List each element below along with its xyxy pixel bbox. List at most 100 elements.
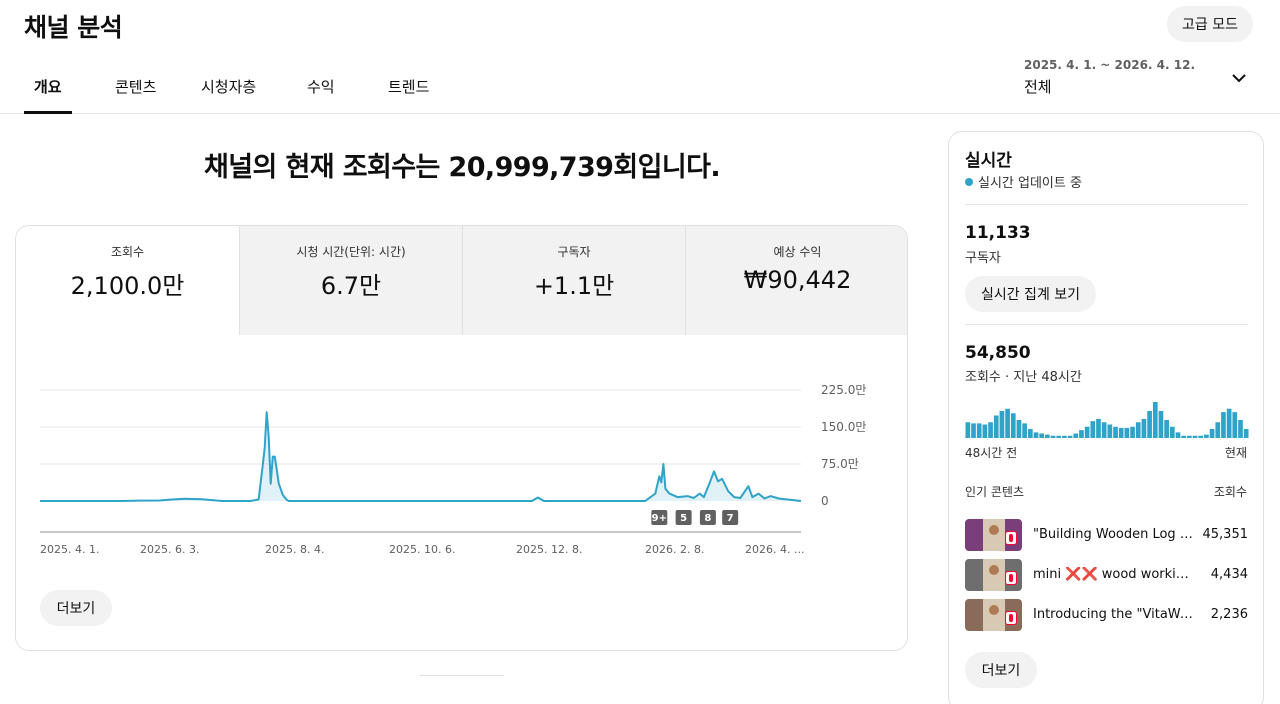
event-marker-label: 9+ [652,513,667,524]
hourly-bar [993,415,999,438]
date-range-dates: 2025. 4. 1. ~ 2026. 4. 12. [1024,58,1196,72]
list-item[interactable]: mini ❌❌ wood working... 4,434 [965,559,1248,591]
hourly-bar [1096,418,1101,438]
video-views: 2,236 [1210,607,1248,622]
hourly-bar [1215,422,1221,438]
tab-overview[interactable]: 개요 [34,76,62,97]
metric-revenue[interactable]: 예상 수익 ₩90,442 [685,226,907,335]
hourly-bar [1016,420,1022,438]
metric-tabs: 조회수 2,100.0만 시청 시간(단위: 시간) 6.7만 구독자 +1.1… [16,226,907,335]
hourly-bar [1039,433,1045,438]
more-button[interactable]: 더보기 [40,590,112,626]
tab-revenue[interactable]: 수익 [307,76,335,97]
hourly-bar [976,423,982,438]
shorts-icon [1005,611,1017,625]
event-marker-label: 7 [727,513,734,524]
hourly-bar [1204,434,1209,438]
page-title: 채널 분석 [24,13,123,42]
hourly-bar [1198,435,1204,438]
headline: 채널의 현재 조회수는 20,999,739회입니다. [204,152,721,183]
tab-audience[interactable]: 시청자층 [201,76,256,97]
divider [965,204,1248,205]
divider [965,324,1248,325]
hourly-bar [1141,418,1147,438]
metric-watch-time[interactable]: 시청 시간(단위: 시간) 6.7만 [239,226,462,335]
y-tick-label: 75.0만 [821,457,859,471]
hourly-bar [1050,435,1056,438]
realtime-status-text: 실시간 업데이트 중 [978,176,1082,191]
realtime-report-button[interactable]: 실시간 집계 보기 [965,276,1096,312]
x-tick-label: 2026. 2. 8. [645,543,704,556]
y-tick-label: 225.0만 [821,383,866,397]
date-range-selector[interactable]: 2025. 4. 1. ~ 2026. 4. 12. 전체 [1024,58,1195,97]
hourly-bar [1181,435,1187,438]
metric-label: 시청 시간(단위: 시간) [296,245,406,259]
hourly-bar [988,422,993,438]
divider [420,675,504,676]
tab-trends[interactable]: 트렌드 [388,76,429,97]
hourly-bar [1090,421,1096,438]
hourly-bar [1130,426,1135,438]
views-chart: 225.0만 150.0만 75.0만 0 9+ 5 8 7 2025. 4. 1. 2025. … [40,383,866,556]
hourly-bar [1187,435,1192,438]
hourly-bar [1124,427,1130,438]
video-thumbnail [965,599,1022,631]
realtime-subscribers-label: 구독자 [965,251,1001,266]
metric-value: ₩90,442 [743,266,852,294]
video-thumbnail [965,519,1022,551]
hourly-bar [1152,402,1158,438]
tab-active-indicator [24,111,72,114]
advanced-mode-button[interactable]: 고급 모드 [1167,6,1253,42]
hourly-bar [1033,432,1039,438]
mini-axis-right: 현재 [1224,446,1247,460]
date-range-value: 전체 [1024,78,1052,96]
realtime-views-chart [965,402,1249,438]
hourly-bar [1175,432,1181,438]
hourly-bar [1045,434,1050,438]
metric-value: 6.7만 [320,272,382,300]
shorts-icon [1005,571,1017,585]
event-marker-label: 8 [704,513,711,524]
hourly-bar [1169,426,1175,438]
hourly-bar [965,422,971,438]
series-line [40,411,802,502]
top-content-views-header: 조회수 [1213,485,1247,499]
realtime-status: 실시간 업데이트 중 [965,172,1082,191]
metric-views[interactable]: 조회수 2,100.0만 [16,226,239,335]
video-title: mini ❌❌ wood working... [1033,567,1195,582]
metric-label: 조회수 [110,245,145,259]
realtime-views: 54,850 [965,343,1031,363]
chevron-down-icon[interactable] [1229,68,1249,88]
top-content-more-button[interactable]: 더보기 [965,652,1037,688]
hourly-bar [1164,420,1169,438]
event-marker-label: 5 [680,513,687,524]
y-tick-label: 0 [821,494,829,508]
realtime-title: 실시간 [965,151,1012,171]
realtime-views-label: 조회수 · 지난 48시간 [965,370,1082,385]
x-tick-label: 2025. 12. 8. [516,543,582,556]
hourly-bar [1027,429,1033,438]
hourly-bar [1221,412,1226,438]
metric-value: +1.1만 [533,272,615,300]
video-thumbnail [965,559,1022,591]
metric-label: 예상 수익 [773,245,822,259]
hourly-bar [999,411,1005,438]
hourly-bar [1107,424,1113,438]
hourly-bar [1192,435,1198,438]
list-item[interactable]: "Building Wooden Log C... 45,351 [965,519,1248,551]
hourly-bar [1022,423,1027,438]
metric-subscribers[interactable]: 구독자 +1.1만 [462,226,685,335]
hourly-bar [1084,426,1090,438]
tab-content[interactable]: 콘텐츠 [115,76,156,97]
hourly-bar [982,424,988,438]
list-item[interactable]: Introducing the "VitaWear... 2,236 [965,599,1248,631]
x-tick-label: 2025. 8. 4. [265,543,324,556]
video-views: 45,351 [1202,527,1249,542]
hourly-bar [1101,422,1107,438]
hourly-bar [1135,422,1141,438]
live-dot-icon [965,177,973,186]
hourly-bar [1062,435,1067,438]
hourly-bar [1010,413,1016,438]
hourly-bar [1005,408,1010,438]
hourly-bar [1073,433,1079,438]
